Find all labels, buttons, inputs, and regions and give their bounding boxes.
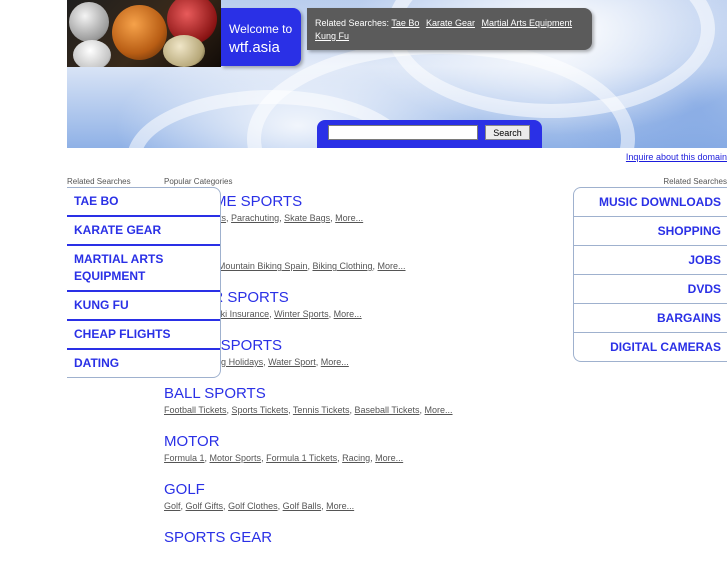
category-title[interactable]: WATER SPORTS: [164, 337, 564, 354]
right-item-shopping[interactable]: SHOPPING: [574, 217, 727, 246]
category-title[interactable]: WINTER SPORTS: [164, 289, 564, 306]
related-searches-bar: Related Searches: Tae Bo Karate Gear Mar…: [307, 8, 592, 50]
left-item-karate-gear[interactable]: KARATE GEAR: [67, 217, 220, 246]
category-block: BIKING Biking Tours, Mountain Biking Spai…: [164, 241, 564, 289]
category-link[interactable]: Golf Clothes: [228, 501, 278, 511]
category-link[interactable]: More...: [334, 309, 362, 319]
category-link[interactable]: More...: [326, 501, 354, 511]
right-item-digital-cameras[interactable]: DIGITAL CAMERAS: [574, 333, 727, 361]
soccer-ball-icon: [69, 2, 109, 42]
related-link-kung-fu[interactable]: Kung Fu: [315, 31, 349, 41]
popular-categories-label: Popular Categories: [164, 177, 233, 186]
category-link[interactable]: Motor Sports: [210, 453, 262, 463]
right-item-bargains[interactable]: BARGAINS: [574, 304, 727, 333]
category-link[interactable]: Water Sport: [268, 357, 316, 367]
category-block: MOTOR Formula 1, Motor Sports, Formula 1 …: [164, 433, 564, 481]
left-item-cheap-flights[interactable]: CHEAP FLIGHTS: [67, 321, 220, 350]
left-related-list: TAE BO KARATE GEAR MARTIAL ARTS EQUIPMEN…: [67, 187, 221, 378]
inquire-domain-link[interactable]: Inquire about this domain: [626, 152, 727, 162]
category-link[interactable]: Formula 1 Tickets: [266, 453, 337, 463]
category-title[interactable]: BIKING: [164, 241, 564, 258]
search-input[interactable]: [328, 125, 478, 140]
category-link[interactable]: More...: [375, 453, 403, 463]
related-searches-label: Related Searches:: [315, 18, 390, 28]
category-links: Snowboard, Ski Insurance, Winter Sports,…: [164, 309, 564, 320]
category-title[interactable]: MOTOR: [164, 433, 564, 450]
left-item-kung-fu[interactable]: KUNG FU: [67, 292, 220, 321]
category-link[interactable]: Formula 1: [164, 453, 205, 463]
category-link[interactable]: Biking Clothing: [312, 261, 372, 271]
category-link[interactable]: Ski Insurance: [215, 309, 270, 319]
category-links: Extreme Sports, Parachuting, Skate Bags,…: [164, 213, 564, 224]
site-name: wtf.asia: [229, 39, 280, 56]
category-link[interactable]: Baseball Tickets: [354, 405, 419, 415]
category-title[interactable]: EXTREME SPORTS: [164, 193, 564, 210]
category-link[interactable]: More...: [335, 213, 363, 223]
related-link-tae-bo[interactable]: Tae Bo: [391, 18, 419, 28]
basketball-icon: [112, 5, 167, 60]
category-link[interactable]: Mountain Biking Spain: [218, 261, 308, 271]
ball-icon: [163, 35, 205, 67]
category-link[interactable]: Tennis Tickets: [293, 405, 350, 415]
welcome-panel: Welcome to wtf.asia: [221, 8, 301, 66]
right-related-list: MUSIC DOWNLOADS SHOPPING JOBS DVDS BARGA…: [573, 187, 727, 362]
right-item-music-downloads[interactable]: MUSIC DOWNLOADS: [574, 188, 727, 217]
category-block: WATER SPORTS Surfing, Surfing Holidays, W…: [164, 337, 564, 385]
category-title[interactable]: BALL SPORTS: [164, 385, 564, 402]
category-title[interactable]: SPORTS GEAR: [164, 529, 564, 546]
category-link[interactable]: More...: [425, 405, 453, 415]
header-banner: Welcome to wtf.asia Related Searches: Ta…: [67, 0, 727, 148]
right-related-searches-label: Related Searches: [663, 177, 727, 186]
welcome-text: Welcome to: [229, 22, 293, 36]
right-item-dvds[interactable]: DVDS: [574, 275, 727, 304]
category-link[interactable]: More...: [321, 357, 349, 367]
category-links: Football Tickets, Sports Tickets, Tennis…: [164, 405, 453, 415]
sports-balls-image: [67, 0, 221, 67]
category-block: SPORTS GEAR: [164, 529, 564, 577]
category-link[interactable]: Racing: [342, 453, 370, 463]
category-link[interactable]: Parachuting: [231, 213, 279, 223]
category-link[interactable]: Golf Gifts: [186, 501, 224, 511]
related-link-karate-gear[interactable]: Karate Gear: [426, 18, 475, 28]
category-links: Formula 1, Motor Sports, Formula 1 Ticke…: [164, 453, 404, 463]
category-block: BALL SPORTS Football Tickets, Sports Tick…: [164, 385, 564, 433]
category-links: Biking Tours, Mountain Biking Spain, Bik…: [164, 261, 564, 272]
left-item-martial-arts-equipment[interactable]: MARTIAL ARTS EQUIPMENT: [67, 246, 220, 292]
category-block: EXTREME SPORTS Extreme Sports, Parachutin…: [164, 193, 564, 241]
category-link[interactable]: Football Tickets: [164, 405, 227, 415]
left-item-tae-bo[interactable]: TAE BO: [67, 188, 220, 217]
left-item-dating[interactable]: DATING: [67, 350, 220, 377]
category-link[interactable]: More...: [378, 261, 406, 271]
category-link[interactable]: Golf Balls: [283, 501, 322, 511]
search-button[interactable]: Search: [485, 125, 530, 140]
category-link[interactable]: Sports Tickets: [232, 405, 289, 415]
category-link[interactable]: Golf: [164, 501, 181, 511]
category-links: Surfing, Surfing Holidays, Water Sport, …: [164, 357, 564, 368]
category-block: GOLF Golf, Golf Gifts, Golf Clothes, Golf…: [164, 481, 564, 529]
right-item-jobs[interactable]: JOBS: [574, 246, 727, 275]
category-link[interactable]: Winter Sports: [274, 309, 329, 319]
popular-categories: EXTREME SPORTS Extreme Sports, Parachutin…: [164, 193, 564, 577]
category-title[interactable]: GOLF: [164, 481, 564, 498]
left-related-searches-label: Related Searches: [67, 177, 131, 186]
search-panel: Search: [317, 120, 542, 148]
ball-icon: [73, 40, 111, 67]
related-link-martial-arts-equipment[interactable]: Martial Arts Equipment: [481, 18, 572, 28]
category-block: WINTER SPORTS Snowboard, Ski Insurance, W…: [164, 289, 564, 337]
category-link[interactable]: Skate Bags: [284, 213, 330, 223]
category-links: Golf, Golf Gifts, Golf Clothes, Golf Bal…: [164, 501, 355, 511]
